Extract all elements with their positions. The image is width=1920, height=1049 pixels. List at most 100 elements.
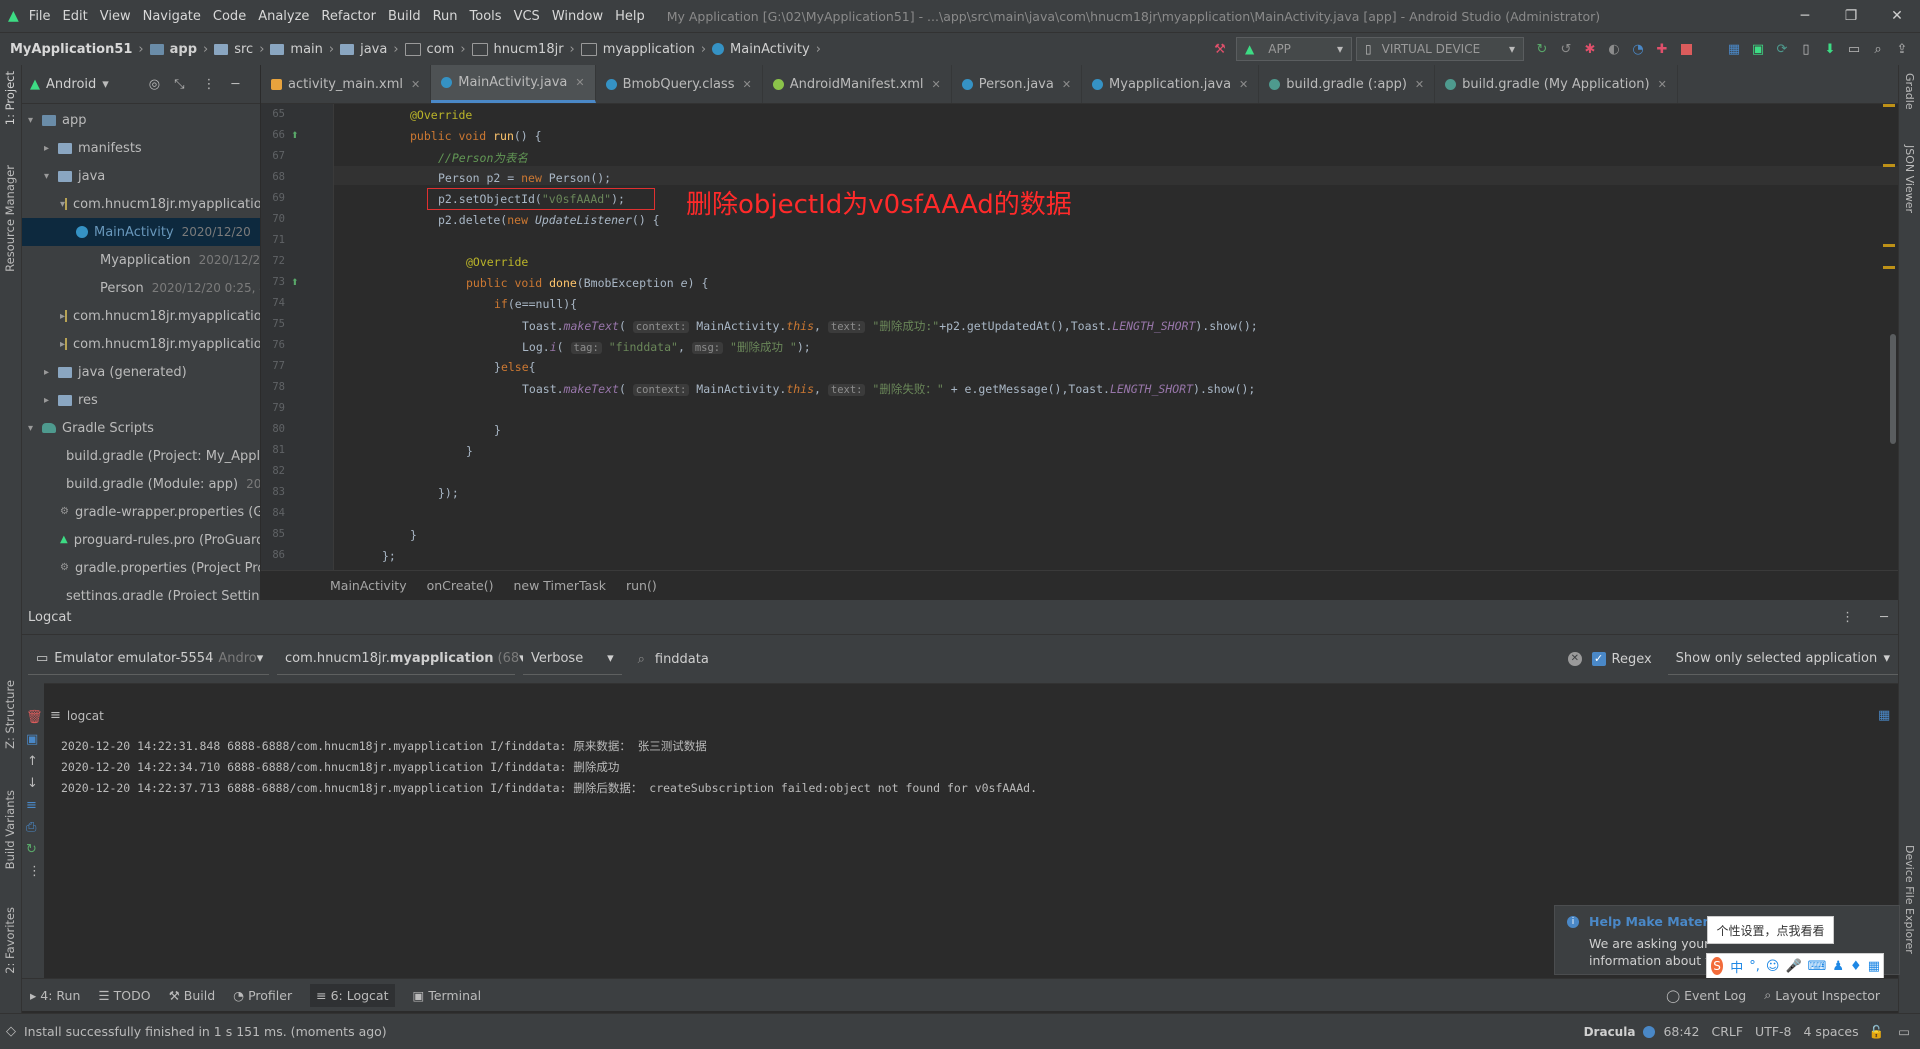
close-icon[interactable]: ✕ [1415,78,1424,91]
more-icon[interactable]: ⋮ [28,864,41,879]
crumb-myapplication[interactable]: myapplication [603,42,695,57]
json-viewer-tool-button[interactable]: JSON Viewer [1903,145,1916,213]
tree-item[interactable]: build.gradle (Module: app) 20 [22,470,260,498]
tab-build-gradle-project[interactable]: build.gradle (My Application) ✕ [1435,65,1678,103]
search-icon[interactable]: ⌕ [1867,38,1889,60]
menu-vcs[interactable]: VCS [514,9,540,24]
crumb-hnucm18jr[interactable]: hnucm18jr [494,42,564,57]
menu-view[interactable]: View [100,9,131,24]
tree-item-selected[interactable]: MainActivity 2020/12/20 [22,218,260,246]
grid-icon[interactable]: ▦ [1723,38,1745,60]
regex-checkbox[interactable]: ✓ [1591,652,1606,666]
tool-tab-run[interactable]: ▸ 4: Run [30,988,80,1003]
crumb-project[interactable]: MyApplication51 [10,42,132,57]
tree-item[interactable]: ▾ com.hnucm18jr.myapplication [22,190,260,218]
device-file-explorer-tool-button[interactable]: Device File Explorer [1903,845,1916,954]
lock-icon[interactable]: 🔓 [1869,1024,1885,1040]
keyboard-icon[interactable]: ⌨ [1808,959,1827,974]
ime-toolbar[interactable]: S 中 °, ☺ 🎤 ⌨ ♟ ♦ ▦ [1706,953,1884,979]
skin-icon[interactable]: ♦ [1850,959,1862,974]
tree-item[interactable]: ▸ com.hnucm18jr.myapplication [22,302,260,330]
log-search-input[interactable]: ⌕ finddata [629,644,1560,674]
caret-position[interactable]: 68:42 [1663,1024,1699,1039]
code-editor[interactable]: 65 66 67 68 69 70 71 72 73 74 75 76 77 7… [261,104,1898,570]
restore-button[interactable]: ❐ [1828,0,1874,32]
more-options-icon[interactable]: ⋮ [203,77,216,92]
crumb-mainactivity[interactable]: MainActivity [730,42,810,57]
clear-logcat-icon[interactable]: 🗑 [26,710,43,725]
menu-code[interactable]: Code [213,9,246,24]
menu-file[interactable]: File [29,9,51,24]
tree-item[interactable]: ▲ proguard-rules.pro (ProGuard [22,526,260,554]
collapse-all-icon[interactable]: ⤡ [174,77,184,92]
hammer-icon[interactable]: ⚒ [1209,38,1231,60]
crumb-app[interactable]: app [170,42,197,57]
device-select[interactable]: ▯ VIRTUAL DEVICE ▾ [1356,37,1524,61]
menu-navigate[interactable]: Navigate [143,9,201,24]
tab-myapplication[interactable]: Myapplication.java ✕ [1082,65,1260,103]
tool-tab-logcat[interactable]: ≡ 6: Logcat [310,983,395,1007]
tree-item[interactable]: Myapplication 2020/12/20 [22,246,260,274]
tab-bmobquery[interactable]: BmobQuery.class ✕ [596,65,763,103]
crumb-com[interactable]: com [427,42,455,57]
log-level-select[interactable]: Verbose ▾ [523,643,622,675]
menu-edit[interactable]: Edit [63,9,88,24]
process-select[interactable]: com.hnucm18jr.myapplication (68 ▾ [277,643,526,675]
print-icon[interactable]: ⎙ [26,820,36,835]
tab-androidmanifest[interactable]: AndroidManifest.xml ✕ [763,65,952,103]
menu-analyze[interactable]: Analyze [258,9,309,24]
close-icon[interactable]: ✕ [932,78,941,91]
crumb-java[interactable]: java [360,42,387,57]
status-message[interactable]: Install successfully finished in 1 s 151… [24,1024,387,1039]
layout-inspector-button[interactable]: ⌕ Layout Inspector [1764,987,1880,1003]
resource-manager-tool-button[interactable]: Resource Manager [3,165,17,272]
chevron-down-icon[interactable]: ▾ [102,77,109,92]
profile-icon[interactable]: ◔ [1627,38,1649,60]
override-gutter-icon[interactable]: ⬆ [291,131,299,141]
emoji-icon[interactable]: ☺ [1766,959,1780,974]
soft-wrap-icon[interactable]: ≡ [26,798,37,813]
hide-panel-icon[interactable]: ─ [1880,610,1888,625]
menu-build[interactable]: Build [388,9,421,24]
hide-pane-icon[interactable]: ─ [232,77,240,92]
user-icon[interactable]: ♟ [1832,959,1844,974]
toolbox-icon[interactable]: ▦ [1868,959,1880,974]
tab-mainactivity[interactable]: MainActivity.java ✕ [431,65,596,103]
memory-indicator-icon[interactable]: ▭ [1898,1024,1910,1039]
avd-manager-icon[interactable]: ▯ [1795,38,1817,60]
close-icon[interactable]: ✕ [411,78,420,91]
line-separator[interactable]: CRLF [1711,1024,1743,1039]
tree-item[interactable]: ▸ com.hnucm18jr.myapplication [22,330,260,358]
crumb-anonymous[interactable]: new TimerTask [513,578,606,593]
menu-window[interactable]: Window [552,9,603,24]
scroll-to-end-icon[interactable]: ▣ [26,732,38,747]
device-select[interactable]: ▭ Emulator emulator-5554 Andro ▾ [28,643,269,675]
crumb-class[interactable]: MainActivity [330,578,407,593]
override-gutter-icon[interactable]: ⬆ [291,278,299,288]
close-window-button[interactable]: ✕ [1874,0,1920,32]
close-icon[interactable]: ✕ [1239,78,1248,91]
tree-item[interactable]: build.gradle (Project: My_Applic [22,442,260,470]
notification-title[interactable]: Help Make Materia [1589,914,1721,929]
ime-language[interactable]: 中 [1730,957,1743,976]
tree-item[interactable]: ▾ java [22,162,260,190]
gradle-sync-icon[interactable]: ⟳ [1771,38,1793,60]
run-config-select[interactable]: ▲ APP ▾ [1236,37,1352,61]
tool-tab-todo[interactable]: ☰ TODO [98,988,150,1003]
close-icon[interactable]: ✕ [1062,78,1071,91]
tool-tab-terminal[interactable]: ▣ Terminal [413,988,482,1003]
terminal-icon[interactable]: ▣ [1747,38,1769,60]
tab-person[interactable]: Person.java ✕ [952,65,1083,103]
tree-item[interactable]: ▾ Gradle Scripts [22,414,260,442]
theme-indicator[interactable]: Dracula [1584,1025,1636,1039]
tool-tab-profiler[interactable]: ◔ Profiler [233,988,292,1003]
more-options-icon[interactable]: ⋮ [1841,610,1854,625]
indent-setting[interactable]: 4 spaces [1804,1024,1859,1039]
tab-activity-main[interactable]: activity_main.xml ✕ [261,65,432,103]
clear-search-icon[interactable]: ✕ [1567,652,1582,666]
apply-changes-icon[interactable]: ↺ [1555,38,1577,60]
rerun-icon[interactable]: ↻ [1531,38,1553,60]
sync-icon[interactable] [1699,38,1721,60]
tree-item[interactable]: ▸ java (generated) [22,358,260,386]
target-icon[interactable]: ◎ [149,77,160,92]
